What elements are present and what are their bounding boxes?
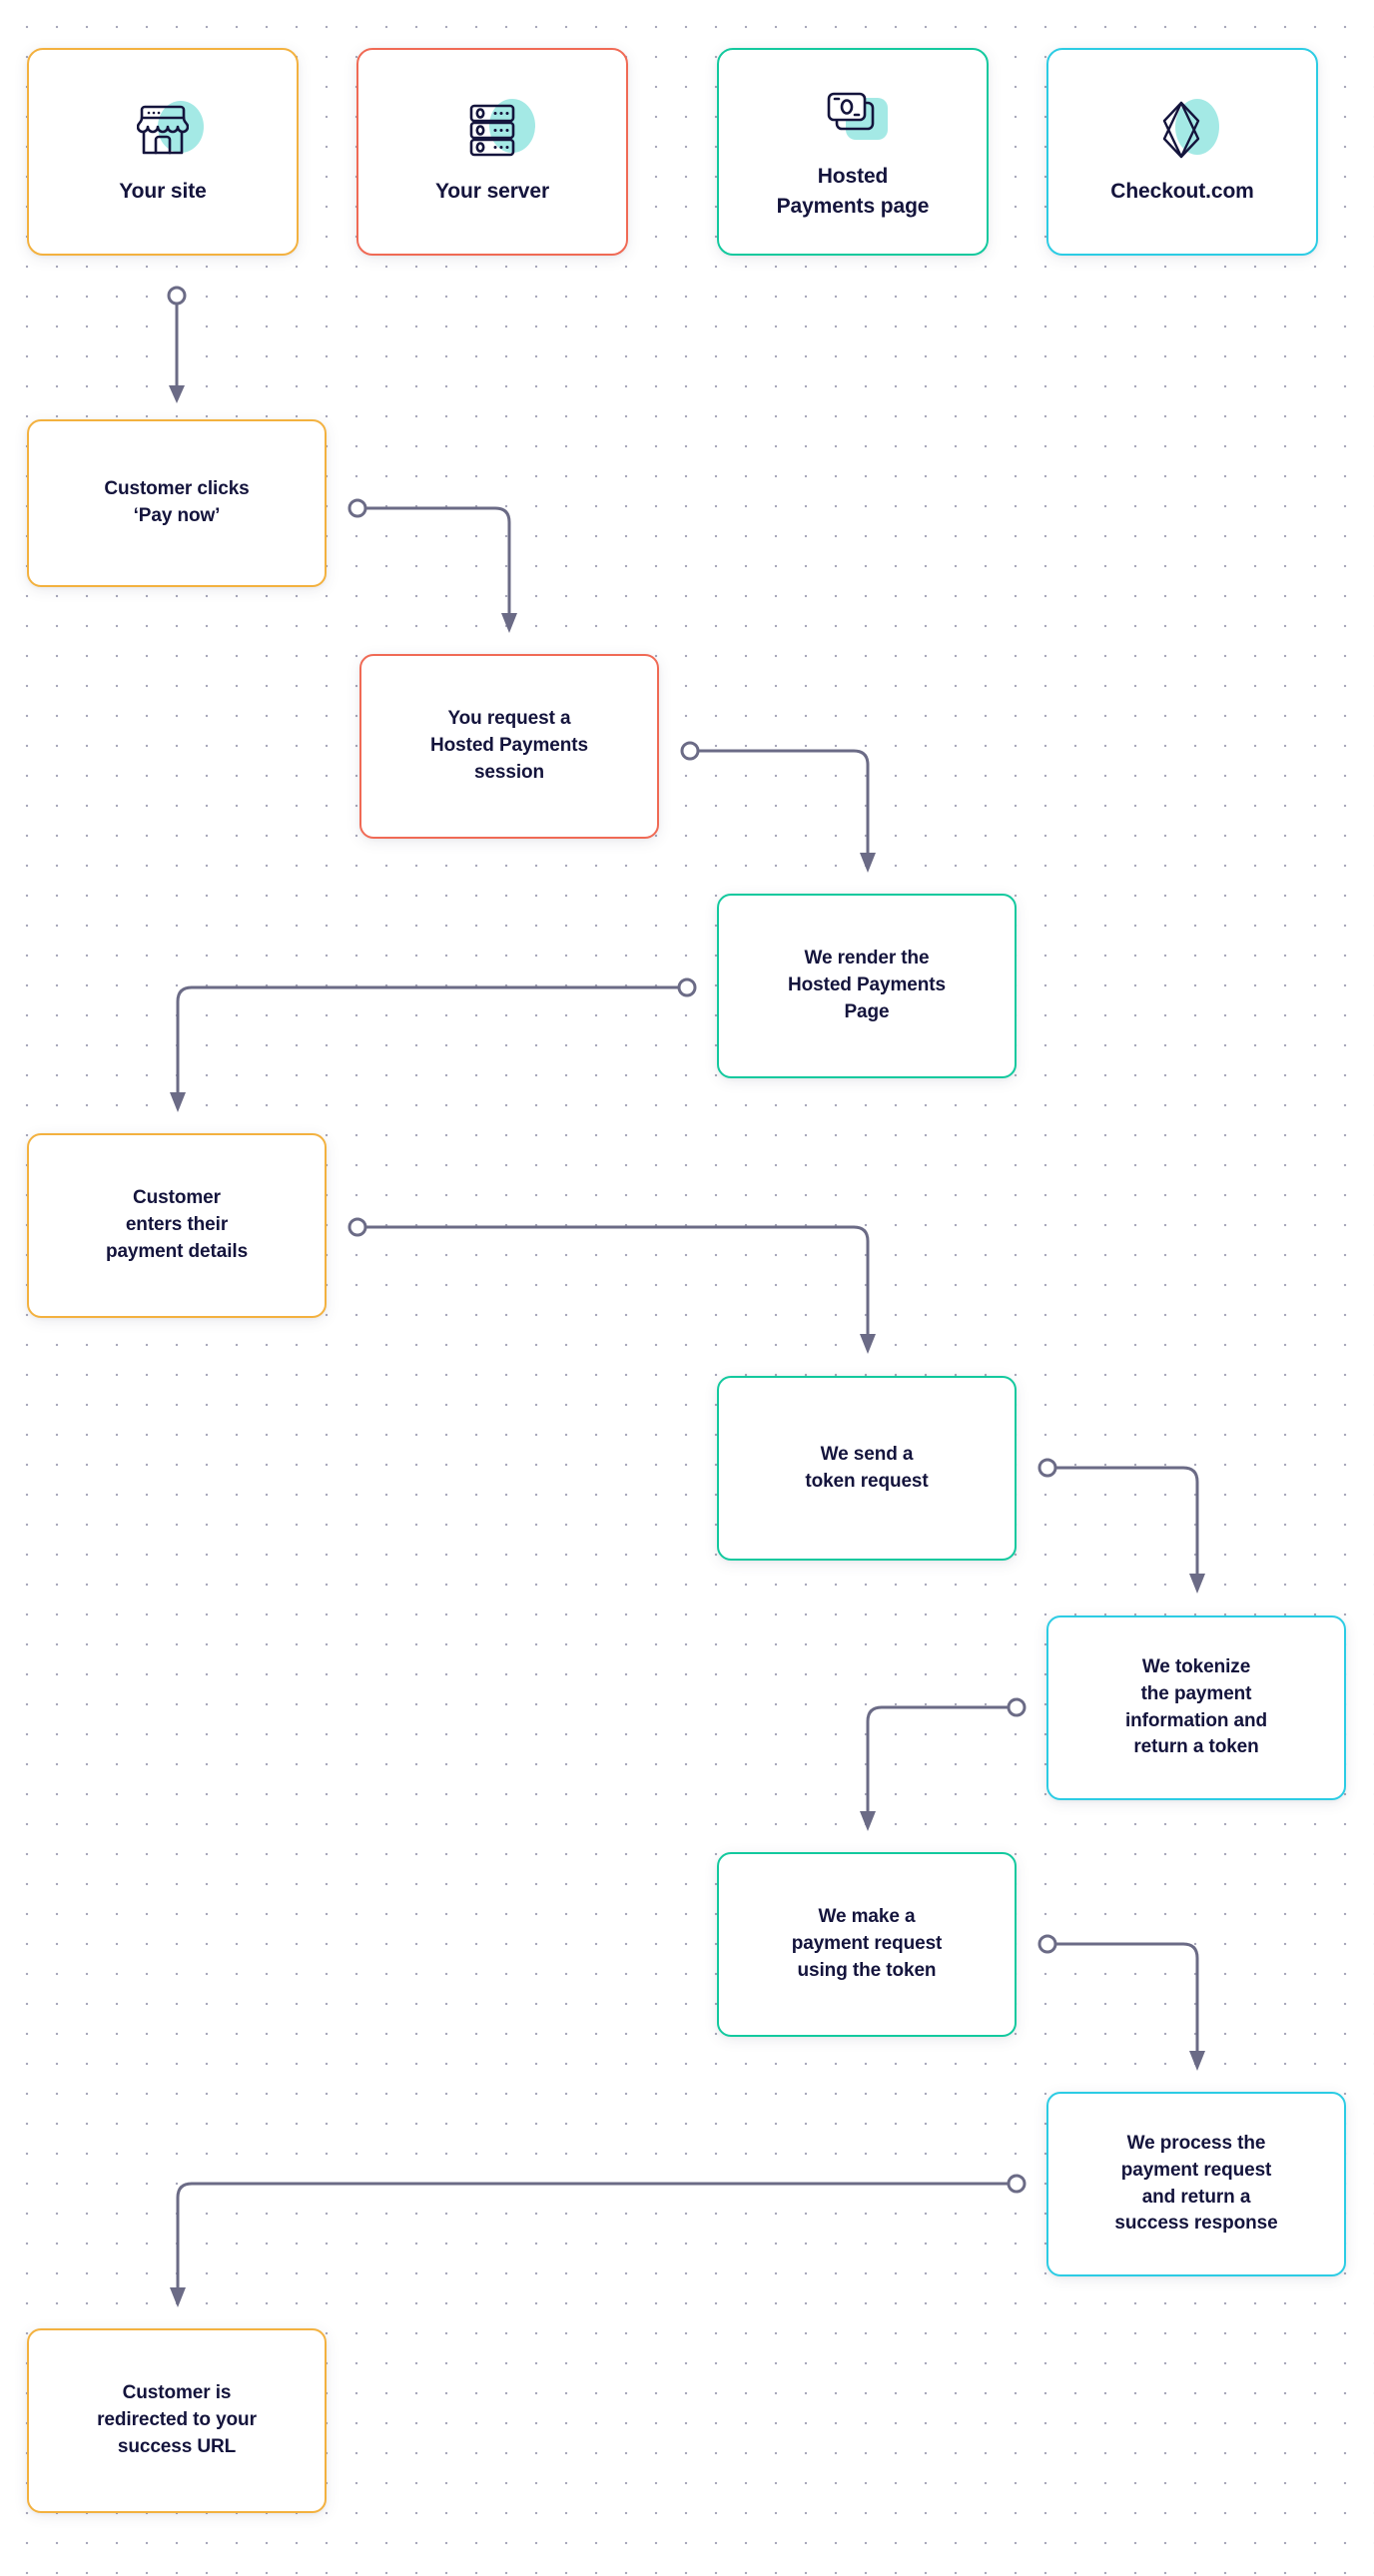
banknotes-icon xyxy=(820,82,888,148)
connector-step-6-to-step-7 xyxy=(860,1697,1027,1831)
step-label: Customer is redirected to your success U… xyxy=(97,2382,257,2457)
step-node-process-payment-return-success[interactable]: We process the payment request and retur… xyxy=(1046,2092,1346,2276)
server-rack-icon xyxy=(459,97,535,163)
connector-step-1-to-step-2 xyxy=(347,498,517,633)
lane-label: Your site xyxy=(119,180,207,204)
lane-card-checkout-com[interactable]: Checkout.com xyxy=(1046,48,1318,256)
connector-step-3-to-step-4 xyxy=(170,977,697,1112)
lane-label: Hosted Payments page xyxy=(776,165,930,218)
step-node-customer-clicks-pay-now[interactable]: Customer clicks ‘Pay now’ xyxy=(27,419,327,587)
flow-diagram-canvas: Your site Your server Hosted Payments pa… xyxy=(0,0,1374,2576)
step-node-render-hosted-payments-page[interactable]: We render the Hosted Payments Page xyxy=(717,894,1017,1078)
step-label: We tokenize the payment information and … xyxy=(1124,1655,1268,1758)
connector-step-4-to-step-5 xyxy=(347,1217,876,1354)
connector-lane-site-to-step-1 xyxy=(167,286,187,403)
connector-step-7-to-step-8 xyxy=(1037,1934,1205,2071)
step-label: Customer enters their payment details xyxy=(105,1187,249,1262)
step-label: We render the Hosted Payments Page xyxy=(788,948,946,1022)
lane-card-your-server[interactable]: Your server xyxy=(356,48,628,256)
step-label: You request a Hosted Payments session xyxy=(430,708,588,783)
step-node-customer-redirected-success-url[interactable]: Customer is redirected to your success U… xyxy=(27,2328,327,2513)
lane-label: Checkout.com xyxy=(1110,180,1254,204)
step-node-make-payment-request-using-token[interactable]: We make a payment request using the toke… xyxy=(717,1852,1017,2037)
connector-step-8-to-step-9 xyxy=(170,2174,1027,2307)
step-label: Customer clicks ‘Pay now’ xyxy=(104,478,250,526)
lane-card-your-site[interactable]: Your site xyxy=(27,48,299,256)
checkout-logo-icon xyxy=(1149,97,1219,163)
connector-step-2-to-step-3 xyxy=(680,741,876,873)
lane-label: Your server xyxy=(434,180,550,204)
step-node-tokenize-payment-information[interactable]: We tokenize the payment information and … xyxy=(1046,1615,1346,1800)
storefront-icon xyxy=(130,97,204,163)
connector-step-5-to-step-6 xyxy=(1037,1458,1205,1594)
step-label: We make a payment request using the toke… xyxy=(791,1906,943,1981)
step-label: We process the payment request and retur… xyxy=(1114,2132,1278,2235)
step-node-request-hosted-payments-session[interactable]: You request a Hosted Payments session xyxy=(359,654,659,839)
step-node-customer-enters-payment-details[interactable]: Customer enters their payment details xyxy=(27,1133,327,1318)
step-label: We send a token request xyxy=(805,1443,929,1492)
lane-card-hosted-payments-page[interactable]: Hosted Payments page xyxy=(717,48,989,256)
step-node-send-token-request[interactable]: We send a token request xyxy=(717,1376,1017,1561)
